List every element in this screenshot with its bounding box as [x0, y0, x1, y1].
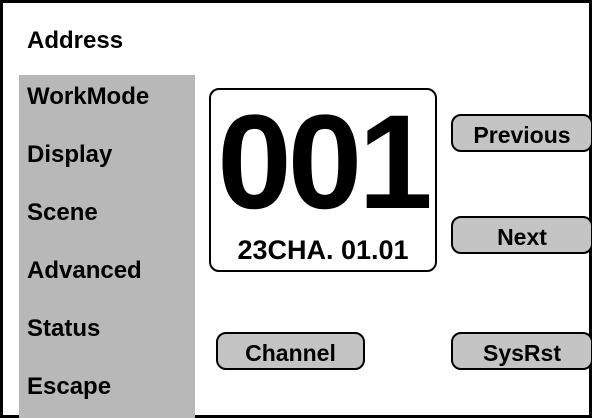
channel-mode-label: 23CHA. 01.01: [237, 235, 409, 265]
address-display: 001 23CHA. 01.01: [209, 88, 437, 272]
sidebar-item-display[interactable]: Display: [19, 133, 112, 177]
channel-button[interactable]: Channel: [216, 332, 365, 370]
screen-frame: Address WorkMode Display Scene Advanced …: [0, 0, 592, 418]
sidebar-item-advanced[interactable]: Advanced: [19, 249, 142, 293]
sysrst-button[interactable]: SysRst: [451, 332, 592, 370]
sidebar-menu: Address WorkMode Display Scene Advanced …: [19, 17, 195, 418]
sidebar-item-address[interactable]: Address: [19, 17, 195, 75]
previous-button[interactable]: Previous: [451, 114, 592, 152]
address-value: 001: [217, 88, 433, 237]
sidebar-item-status[interactable]: Status: [19, 307, 100, 351]
next-button[interactable]: Next: [451, 216, 592, 254]
sidebar-item-escape[interactable]: Escape: [19, 365, 111, 409]
sidebar-item-scene[interactable]: Scene: [19, 191, 98, 235]
sidebar-item-workmode[interactable]: WorkMode: [19, 75, 149, 119]
